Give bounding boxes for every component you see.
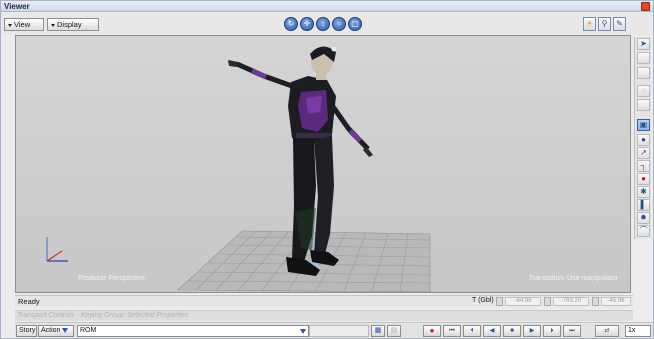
- curve-icon[interactable]: ⌒: [637, 225, 650, 237]
- close-icon[interactable]: [641, 2, 650, 11]
- timeline-track[interactable]: [309, 325, 369, 337]
- go-to-end-icon[interactable]: ⏭: [563, 325, 581, 337]
- manipulator-mode-label: Translation: Use manipulator: [528, 275, 618, 282]
- z-lock-icon[interactable]: [592, 297, 599, 306]
- lighting-icon[interactable]: ☀: [583, 17, 596, 31]
- take-selector[interactable]: ROM: [77, 325, 309, 337]
- select-arrow-icon[interactable]: ➤: [637, 38, 650, 50]
- display-menu-label: Display: [57, 20, 82, 29]
- blank-tool-icon[interactable]: [637, 67, 650, 79]
- zoom-window-icon[interactable]: ⚲: [598, 17, 611, 31]
- grid-view-icon[interactable]: ▦: [371, 325, 385, 337]
- status-bar: Ready T (Gbl) -64.99 -769.20 -45.06: [15, 295, 633, 307]
- window-title: Viewer: [4, 2, 30, 11]
- next-key-icon[interactable]: ⏵: [543, 325, 561, 337]
- action-label: Action: [41, 327, 61, 334]
- play-icon[interactable]: ▶: [523, 325, 541, 337]
- coord-z-field[interactable]: -45.06: [601, 297, 631, 306]
- go-to-start-icon[interactable]: ⏮: [443, 325, 461, 337]
- coord-x-field[interactable]: -64.99: [505, 297, 541, 306]
- chevron-down-icon: [51, 23, 55, 27]
- view-menu-label: View: [14, 20, 31, 29]
- edit-icon[interactable]: ✎: [613, 17, 626, 31]
- ik-chain-icon[interactable]: ↗: [637, 147, 650, 159]
- blank-tool-icon[interactable]: [637, 52, 650, 64]
- chevron-down-icon: [8, 23, 12, 27]
- y-lock-icon[interactable]: [544, 297, 551, 306]
- transform-space-label: T (Gbl): [472, 297, 494, 304]
- body-part-icon[interactable]: ▣: [637, 119, 650, 131]
- action-dropdown[interactable]: Action: [38, 325, 74, 337]
- loop-icon[interactable]: ⇄: [595, 325, 619, 337]
- joint-icon[interactable]: ✱: [637, 186, 650, 198]
- coord-y-field[interactable]: -769.20: [553, 297, 589, 306]
- transport-header-text: Transport Controls - Keying Group: Selec…: [17, 312, 189, 319]
- camera-nav-group: ↻ ✛ ↕ ○ ▢: [284, 17, 362, 31]
- 3d-viewport[interactable]: Producer Perspective Translation: Use ma…: [15, 35, 631, 293]
- display-menu-button[interactable]: Display: [47, 18, 99, 31]
- chevron-down-icon: [300, 329, 306, 334]
- axis-gizmo: [46, 237, 68, 262]
- transport-controls-header: Transport Controls - Keying Group: Selec…: [15, 310, 633, 321]
- x-lock-icon[interactable]: [496, 297, 503, 306]
- take-value: ROM: [80, 327, 97, 334]
- previous-key-icon[interactable]: ⏴: [463, 325, 481, 337]
- title-bar: Viewer: [1, 1, 653, 12]
- bone-icon[interactable]: ┐: [637, 160, 650, 172]
- viewport-scene: [46, 46, 431, 292]
- transport-bar: Story Action ROM ▦ ▤ ● ⏮ ⏴ ◀ ■ ▶ ⏵ ⏭ ⇄ 1…: [15, 322, 653, 338]
- effector-icon[interactable]: ✹: [637, 212, 650, 224]
- chevron-down-icon: [62, 327, 69, 333]
- viewer-options-group: ☀ ⚲ ✎: [583, 17, 626, 31]
- blank-tool-icon[interactable]: [637, 99, 650, 111]
- list-view-icon[interactable]: ▤: [387, 325, 401, 337]
- viewer-toolbar: View Display ↻ ✛ ↕ ○ ▢ ☀ ⚲ ✎: [1, 13, 653, 35]
- floor-icon[interactable]: ▌: [637, 199, 650, 211]
- sphere-icon[interactable]: ●: [637, 134, 650, 146]
- frame-icon[interactable]: ▢: [348, 17, 362, 31]
- step-back-icon[interactable]: ◀: [483, 325, 501, 337]
- camera-label: Producer Perspective: [78, 275, 145, 282]
- transport-title: Transport Controls: [17, 312, 75, 319]
- stop-icon[interactable]: ■: [503, 325, 521, 337]
- playback-speed-field[interactable]: 1x: [625, 325, 651, 337]
- tool-palette: ➤ ○ ▣ ● ↗ ┐ ● ✱ ▌ ✹ ⌒: [634, 37, 651, 239]
- viewer-window: Viewer View Display ↻ ✛ ↕ ○ ▢ ☀ ⚲ ✎ Prod…: [0, 0, 654, 339]
- record-icon[interactable]: ●: [423, 325, 441, 337]
- pan-icon[interactable]: ✛: [300, 17, 314, 31]
- status-text: Ready: [18, 297, 40, 306]
- dolly-icon[interactable]: ↕: [316, 17, 330, 31]
- record-dot-icon[interactable]: ●: [637, 173, 650, 185]
- circle-tool-icon[interactable]: ○: [637, 85, 650, 97]
- zoom-icon[interactable]: ○: [332, 17, 346, 31]
- orbit-icon[interactable]: ↻: [284, 17, 298, 31]
- story-button[interactable]: Story: [16, 325, 37, 337]
- keying-group-label: Keying Group: Selected Properties: [80, 312, 189, 319]
- transport-header-separator: -: [76, 312, 79, 319]
- view-menu-button[interactable]: View: [4, 18, 44, 31]
